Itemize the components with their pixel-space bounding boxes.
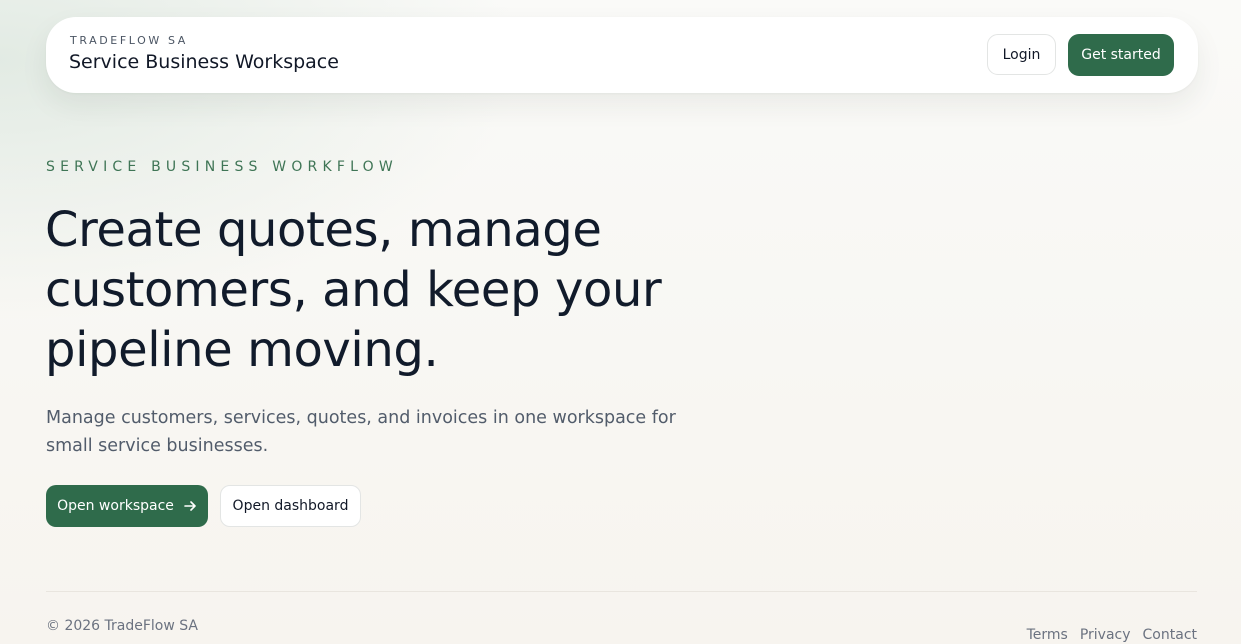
hero-eyebrow: SERVICE BUSINESS WORKFLOW [46,159,398,175]
brand-kicker: TRADEFLOW SA [70,34,188,47]
site-header: TRADEFLOW SA Service Business Workspace … [46,17,1198,93]
hero-subtext: Manage customers, services, quotes, and … [46,408,676,456]
footer-divider [46,591,1197,592]
arrow-right-icon [184,501,196,511]
open-workspace-label: Open workspace [57,498,174,514]
footer-link-privacy[interactable]: Privacy [1080,627,1131,643]
hero-headline: Create quotes, manage customers, and kee… [45,202,662,378]
footer-link-contact[interactable]: Contact [1143,627,1197,643]
open-workspace-button[interactable]: Open workspace [46,485,208,527]
brand-title[interactable]: Service Business Workspace [69,51,339,73]
footer-copyright: © 2026 TradeFlow SA [46,618,198,634]
open-dashboard-button[interactable]: Open dashboard [220,485,361,527]
footer-links: Terms Privacy Contact [1027,627,1197,643]
get-started-button[interactable]: Get started [1068,34,1174,76]
footer-link-terms[interactable]: Terms [1027,627,1068,643]
login-button[interactable]: Login [987,34,1056,75]
